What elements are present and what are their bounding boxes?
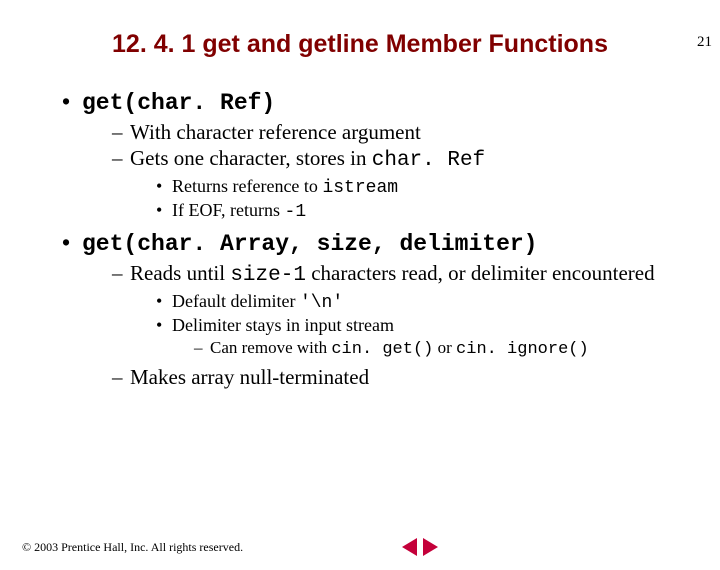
text: Reads until: [130, 261, 230, 285]
sub-bullet: With character reference argument: [82, 120, 696, 145]
sub-sub-bullet: If EOF, returns -1: [130, 200, 696, 222]
slide-footer: © 2003 Prentice Hall, Inc. All rights re…: [22, 538, 698, 556]
prev-arrow-icon[interactable]: [402, 538, 417, 556]
bullet-get-chararray: get(char. Array, size, delimiter) Reads …: [24, 230, 696, 390]
code: char. Ref: [372, 149, 485, 172]
code: istream: [322, 178, 398, 198]
text: Can remove with: [210, 338, 331, 357]
bullet-text: get(char. Array, size, delimiter): [82, 231, 537, 257]
text: or: [433, 338, 456, 357]
text: Gets one character, stores in: [130, 146, 372, 170]
sub-bullet: Makes array null-terminated: [82, 365, 696, 390]
sub-sub-bullet: Default delimiter '\n': [130, 291, 696, 313]
code: -1: [285, 202, 307, 222]
text: Returns reference to: [172, 176, 322, 196]
page-number: 21: [697, 34, 712, 51]
text: Delimiter stays in input stream: [172, 315, 394, 335]
text: With character reference argument: [130, 120, 421, 144]
text: If EOF, returns: [172, 200, 285, 220]
code: cin. ignore(): [456, 340, 589, 359]
bullet-get-charref: get(char. Ref) With character reference …: [24, 89, 696, 222]
slide-title: 12. 4. 1 get and getline Member Function…: [0, 30, 720, 59]
sub-bullet: Reads until size-1 characters read, or d…: [82, 261, 696, 359]
sub-sub-bullet: Returns reference to istream: [130, 176, 696, 198]
code: size-1: [230, 264, 306, 287]
text: Default delimiter: [172, 291, 300, 311]
text: Makes array null-terminated: [130, 365, 369, 389]
sub3-bullet: Can remove with cin. get() or cin. ignor…: [172, 338, 696, 359]
code: cin. get(): [331, 340, 433, 359]
code: '\n': [300, 293, 343, 313]
nav-arrows: [402, 538, 438, 556]
slide-content: get(char. Ref) With character reference …: [0, 89, 720, 390]
copyright-text: © 2003 Prentice Hall, Inc. All rights re…: [22, 540, 243, 555]
sub-sub-bullet: Delimiter stays in input stream Can remo…: [130, 315, 696, 359]
next-arrow-icon[interactable]: [423, 538, 438, 556]
text: characters read, or delimiter encountere…: [306, 261, 655, 285]
bullet-text: get(char. Ref): [82, 90, 275, 116]
sub-bullet: Gets one character, stores in char. Ref …: [82, 146, 696, 222]
